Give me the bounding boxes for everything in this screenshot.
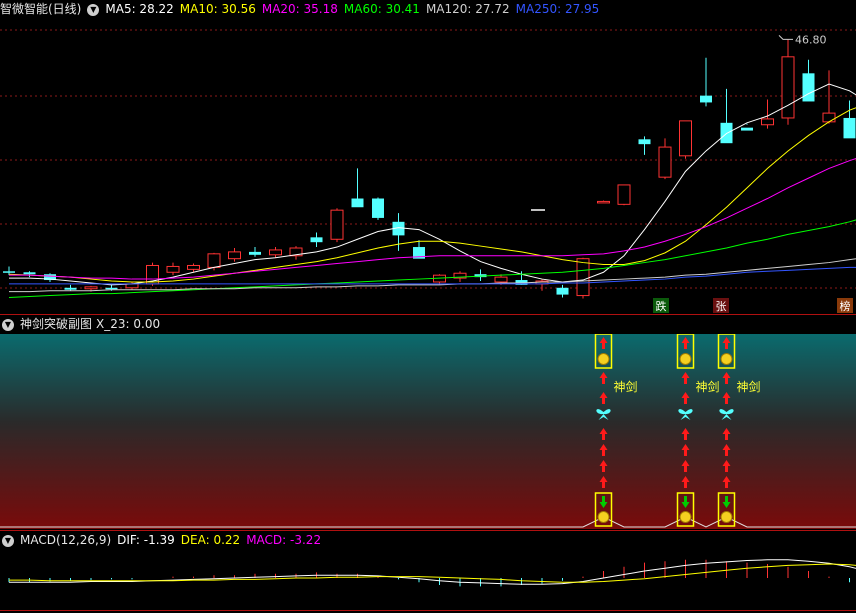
candle xyxy=(289,246,303,260)
candlestick-svg: 46.80 跌 张 榜 xyxy=(0,29,856,313)
signal-tag: 张 xyxy=(713,298,729,313)
macd-svg xyxy=(8,559,856,587)
candle xyxy=(351,168,364,208)
shenjian-indicator-chart[interactable]: 神剑 神剑 神剑 xyxy=(0,333,856,529)
ma-legend-item: MA10: 30.56 xyxy=(179,2,256,16)
ma20-line xyxy=(9,157,856,280)
signal-tag-text: 榜 xyxy=(840,299,851,313)
money-bag-icon xyxy=(679,511,692,523)
candle xyxy=(249,247,261,257)
macd-chart[interactable] xyxy=(0,550,856,610)
candle xyxy=(822,70,836,124)
candlestick-chart[interactable]: 46.80 跌 张 榜 xyxy=(0,18,856,314)
candle xyxy=(617,184,631,206)
ma-legend-item: MA5: 28.22 xyxy=(105,2,174,16)
macd-legend: DIF: -1.39 DEA: 0.22 MACD: -3.22 xyxy=(117,533,327,547)
money-bag-icon xyxy=(597,511,610,523)
candle xyxy=(658,138,672,180)
money-bag-icon xyxy=(597,353,610,365)
candle xyxy=(843,100,856,139)
macd-header: ▼ MACD(12,26,9) DIF: -1.39 DEA: 0.22 MACD: -… xyxy=(0,531,333,549)
candle xyxy=(23,271,36,278)
candle xyxy=(679,120,692,159)
high-price-label: 46.80 xyxy=(795,33,827,46)
candle xyxy=(330,208,344,243)
candle xyxy=(802,59,815,102)
candle xyxy=(433,274,446,285)
candle xyxy=(269,247,282,258)
candle xyxy=(474,269,487,282)
stock-name: 智微智能(日线) xyxy=(0,2,82,16)
candle xyxy=(781,39,795,125)
macd-legend-item: MACD: -3.22 xyxy=(246,533,322,547)
high-marker-line xyxy=(778,34,793,40)
candle xyxy=(556,284,569,298)
signal-tag: 跌 xyxy=(653,298,669,313)
signal-tag-text: 张 xyxy=(716,300,727,313)
shenjian-label: 神剑 xyxy=(614,379,638,394)
dif-line xyxy=(9,559,856,585)
main-chart-header: 智微智能(日线) ▼ MA5: 28.22 MA10: 30.56 MA20: 35.1… xyxy=(0,0,611,18)
sub-chart-title: 神剑突破副图 xyxy=(20,317,93,331)
sub-chart-header: ▼ 神剑突破副图 X_23: 0.00 xyxy=(0,315,166,333)
candle xyxy=(64,284,77,291)
macd-title: MACD(12,26,9) xyxy=(20,533,112,547)
shenjian-label: 神剑 xyxy=(696,379,720,394)
candle xyxy=(44,273,56,282)
ma5-line xyxy=(9,83,856,286)
candle xyxy=(3,266,15,276)
candle xyxy=(638,136,651,155)
signal-tag: 榜 xyxy=(837,298,853,313)
shenjian-label: 神剑 xyxy=(737,379,761,394)
ma-legend-item: MA250: 27.95 xyxy=(515,2,600,16)
money-bag-icon xyxy=(679,353,692,365)
ma-legend-item: MA120: 27.72 xyxy=(425,2,510,16)
ma-legend: MA5: 28.22 MA10: 30.56 MA20: 35.18 MA60: 30… xyxy=(105,2,605,16)
main-chart-toggle-icon[interactable]: ▼ xyxy=(87,3,100,16)
macd-legend-item: DEA: 0.22 xyxy=(180,533,241,547)
macd-legend-item: DIF: -1.39 xyxy=(117,533,175,547)
candle xyxy=(413,240,425,259)
macd-toggle-icon[interactable]: ▼ xyxy=(2,534,14,547)
shenjian-svg: 神剑 神剑 神剑 xyxy=(0,333,856,529)
sub-chart-toggle-icon[interactable]: ▼ xyxy=(2,318,14,331)
candle xyxy=(228,248,241,262)
ma-legend-item: MA60: 30.41 xyxy=(343,2,420,16)
bottom-divider xyxy=(0,610,856,611)
ma250-line xyxy=(9,266,856,285)
money-bag-icon xyxy=(720,511,733,523)
money-bag-icon xyxy=(720,353,733,365)
candle xyxy=(720,88,733,144)
candle xyxy=(597,200,610,204)
candle xyxy=(535,279,549,291)
candle xyxy=(166,262,180,276)
ma-legend-item: MA20: 35.18 xyxy=(261,2,338,16)
candle xyxy=(372,197,384,220)
signal-tag-text: 跌 xyxy=(656,299,667,313)
candle xyxy=(700,57,712,107)
candle xyxy=(310,232,323,248)
sub-chart-value: X_23: 0.00 xyxy=(96,317,161,331)
dea-line xyxy=(9,563,856,583)
